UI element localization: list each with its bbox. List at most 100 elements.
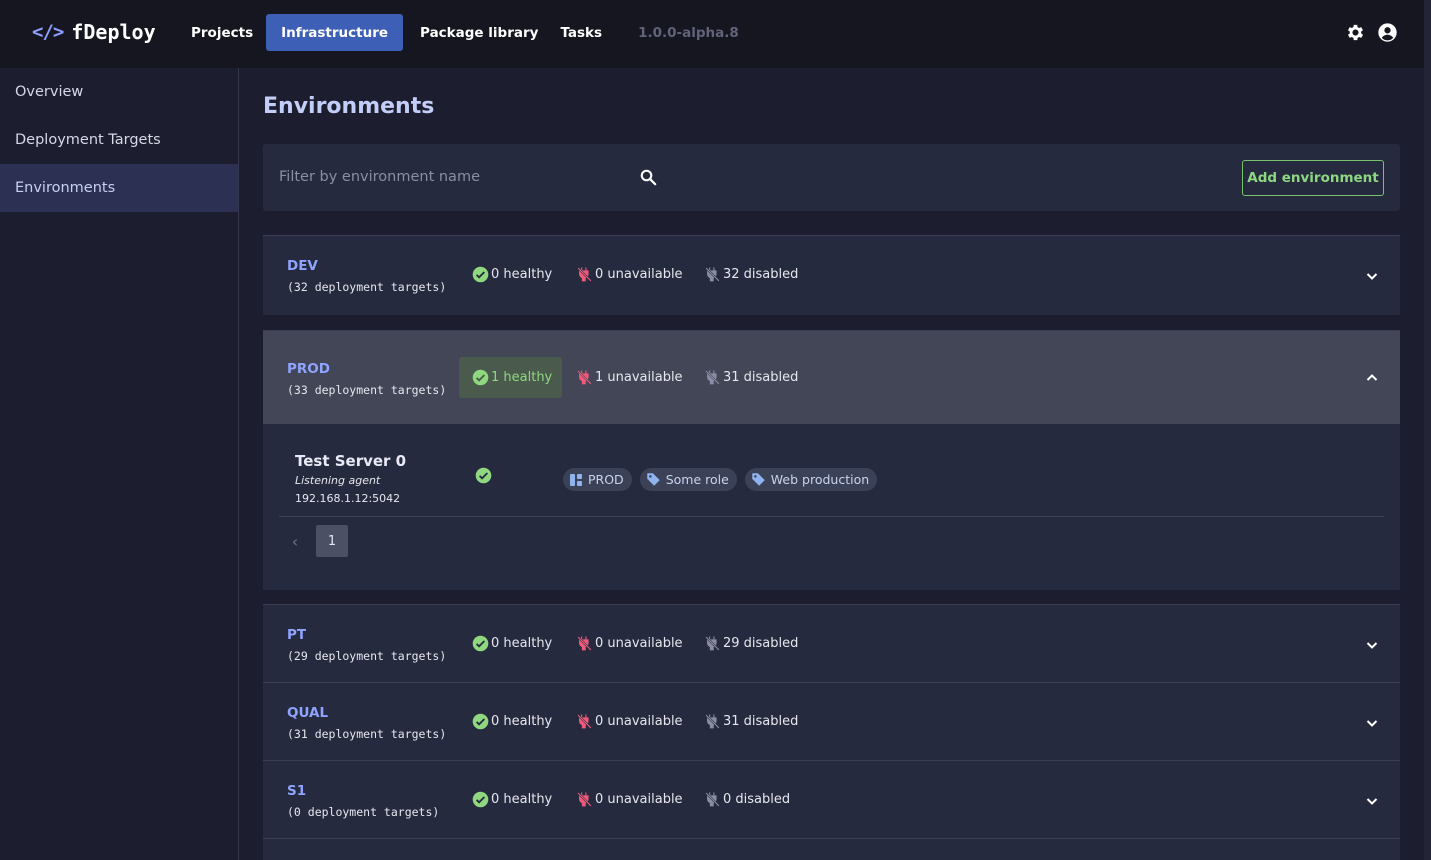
unavailable-count: 0 unavailable bbox=[576, 791, 683, 808]
search-icon[interactable] bbox=[639, 168, 658, 191]
tag-role[interactable]: Web production bbox=[744, 468, 878, 491]
nav-item-projects[interactable]: Projects bbox=[180, 14, 264, 51]
check-circle-icon bbox=[472, 713, 489, 730]
main-nav: Projects Infrastructure Package library … bbox=[180, 14, 739, 51]
chevron-down-icon[interactable] bbox=[1366, 717, 1378, 729]
tag-icon bbox=[752, 473, 765, 486]
healthy-count[interactable]: 1 healthy bbox=[459, 357, 563, 398]
environment-card-s1: S1 (0 deployment targets) 0 healthy 0 un… bbox=[263, 760, 1400, 838]
environment-target-count: (29 deployment targets) bbox=[287, 649, 447, 663]
environment-name: PROD bbox=[287, 361, 330, 377]
chevron-left-icon[interactable]: ‹ bbox=[287, 532, 303, 551]
environment-header[interactable]: S1 (0 deployment targets) 0 healthy 0 un… bbox=[263, 761, 1400, 838]
target-name: Test Server 0 bbox=[295, 452, 407, 470]
disabled-count: 32 disabled bbox=[704, 266, 798, 283]
unavailable-label: 0 unavailable bbox=[595, 267, 683, 282]
healthy-count: 0 healthy bbox=[472, 791, 552, 808]
deployment-target-row[interactable]: Test Server 0 Listening agent 192.168.1.… bbox=[279, 424, 1384, 517]
disabled-label: 32 disabled bbox=[723, 267, 799, 282]
chevron-up-icon[interactable] bbox=[1366, 372, 1378, 384]
disabled-count: 0 disabled bbox=[704, 791, 790, 808]
environment-header[interactable]: PROD (33 deployment targets) 1 healthy 1… bbox=[263, 331, 1400, 424]
disabled-plug-icon bbox=[705, 370, 720, 385]
chevron-down-icon[interactable] bbox=[1366, 639, 1378, 651]
chevron-down-icon[interactable] bbox=[1366, 270, 1378, 282]
healthy-count: 0 healthy bbox=[472, 713, 552, 730]
environment-icon bbox=[570, 473, 582, 486]
tag-icon bbox=[646, 473, 660, 486]
gear-icon[interactable] bbox=[1345, 22, 1366, 43]
top-navigation-bar: </> fDeploy Projects Infrastructure Pack… bbox=[0, 0, 1424, 68]
check-circle-icon bbox=[472, 635, 489, 652]
target-tags: PROD Some role Web production bbox=[563, 468, 878, 491]
page-number-button[interactable]: 1 bbox=[316, 525, 348, 557]
unplugged-icon bbox=[577, 792, 592, 807]
add-environment-button[interactable]: Add environment bbox=[1242, 160, 1384, 196]
nav-item-infrastructure[interactable]: Infrastructure bbox=[266, 14, 404, 51]
healthy-status-icon bbox=[475, 467, 492, 484]
environment-header[interactable]: QUAL (31 deployment targets) 0 healthy 0… bbox=[263, 683, 1400, 760]
filter-bar: Add environment bbox=[263, 144, 1400, 211]
healthy-label: 1 healthy bbox=[491, 370, 553, 385]
code-brackets-icon: </> bbox=[32, 21, 64, 43]
environment-target-count: (31 deployment targets) bbox=[287, 727, 447, 741]
disabled-label: 31 disabled bbox=[723, 370, 799, 385]
chevron-down-icon[interactable] bbox=[1366, 795, 1378, 807]
unavailable-count: 0 unavailable bbox=[576, 266, 683, 283]
environment-filter-input[interactable] bbox=[279, 164, 619, 190]
healthy-label: 0 healthy bbox=[491, 636, 553, 651]
app-logo[interactable]: </> fDeploy bbox=[32, 20, 156, 44]
user-circle-icon[interactable] bbox=[1377, 22, 1398, 43]
tag-environment[interactable]: PROD bbox=[563, 468, 632, 491]
environment-target-count: (33 deployment targets) bbox=[287, 383, 447, 397]
disabled-count: 31 disabled bbox=[704, 369, 798, 386]
nav-item-tasks[interactable]: Tasks bbox=[549, 14, 613, 51]
environment-name: S1 bbox=[287, 783, 307, 799]
unavailable-count: 0 unavailable bbox=[576, 635, 683, 652]
unavailable-label: 0 unavailable bbox=[595, 714, 683, 729]
unplugged-icon bbox=[577, 267, 592, 282]
unavailable-count: 1 unavailable bbox=[576, 369, 683, 386]
check-circle-icon bbox=[472, 791, 489, 808]
environment-card-dev: DEV (32 deployment targets) 0 healthy 0 … bbox=[263, 235, 1400, 315]
disabled-plug-icon bbox=[705, 714, 720, 729]
disabled-label: 31 disabled bbox=[723, 714, 799, 729]
healthy-label: 0 healthy bbox=[491, 267, 553, 282]
environment-name: QUAL bbox=[287, 705, 329, 721]
environment-name: PT bbox=[287, 627, 307, 643]
environment-card-pt: PT (29 deployment targets) 0 healthy 0 u… bbox=[263, 604, 1400, 682]
healthy-label: 0 healthy bbox=[491, 792, 553, 807]
tag-label: PROD bbox=[588, 472, 624, 487]
sidebar: Overview Deployment Targets Environments bbox=[0, 68, 239, 860]
disabled-plug-icon bbox=[705, 267, 720, 282]
disabled-label: 0 disabled bbox=[723, 792, 791, 807]
healthy-label: 0 healthy bbox=[491, 714, 553, 729]
target-type: Listening agent bbox=[295, 474, 381, 487]
header-actions bbox=[1345, 22, 1398, 43]
tag-role[interactable]: Some role bbox=[639, 468, 737, 491]
page-title: Environments bbox=[263, 94, 435, 119]
tag-label: Web production bbox=[770, 472, 870, 487]
nav-item-package-library[interactable]: Package library bbox=[409, 14, 549, 51]
healthy-count: 0 healthy bbox=[472, 635, 552, 652]
environment-header[interactable]: PT (29 deployment targets) 0 healthy 0 u… bbox=[263, 605, 1400, 682]
target-address: 192.168.1.12:5042 bbox=[295, 492, 401, 505]
healthy-count: 0 healthy bbox=[472, 266, 552, 283]
sidebar-item-deployment-targets[interactable]: Deployment Targets bbox=[0, 116, 238, 164]
sidebar-item-environments[interactable]: Environments bbox=[0, 164, 238, 212]
pagination: ‹ 1 bbox=[287, 525, 348, 557]
disabled-plug-icon bbox=[705, 792, 720, 807]
unavailable-count: 0 unavailable bbox=[576, 713, 683, 730]
app-version: 1.0.0-alpha.8 bbox=[638, 24, 739, 41]
environment-header[interactable]: DEV (32 deployment targets) 0 healthy 0 … bbox=[263, 236, 1400, 315]
environment-target-count: (32 deployment targets) bbox=[287, 280, 447, 294]
environment-card-prod: PROD (33 deployment targets) 1 healthy 1… bbox=[263, 330, 1400, 590]
check-circle-icon bbox=[472, 266, 489, 283]
unplugged-icon bbox=[577, 714, 592, 729]
environment-card-partial bbox=[263, 838, 1400, 860]
unplugged-icon bbox=[577, 636, 592, 651]
page-scrollbar[interactable] bbox=[1424, 0, 1431, 860]
sidebar-item-overview[interactable]: Overview bbox=[0, 68, 238, 116]
unavailable-label: 0 unavailable bbox=[595, 792, 683, 807]
tag-label: Some role bbox=[665, 472, 729, 487]
